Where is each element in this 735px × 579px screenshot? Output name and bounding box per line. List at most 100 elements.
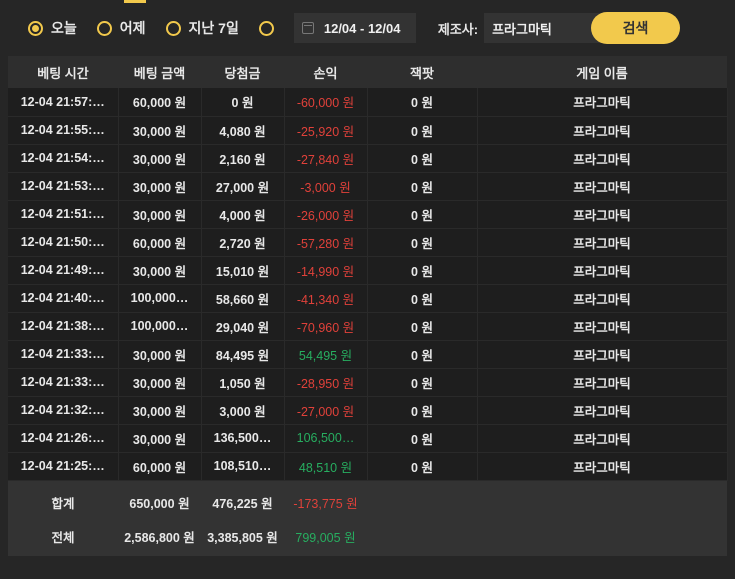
cell-jackpot: 0 원 <box>367 172 478 201</box>
radio-custom-range[interactable] <box>258 20 282 36</box>
cell-winnings: 58,660 원 <box>201 284 285 313</box>
radio-yesterday[interactable]: 어제 <box>96 18 146 38</box>
subtotal-empty <box>477 480 727 516</box>
cell-winnings: 1,050 원 <box>201 368 285 397</box>
cell-bet-amount: 30,000 원 <box>118 172 202 201</box>
cell-game-name: 프라그마틱 <box>477 116 728 145</box>
cell-profit-loss: -3,000 원 <box>284 172 368 201</box>
cell-winnings: 29,040 원 <box>201 312 285 341</box>
radio-last7[interactable]: 지난 7일 <box>165 18 239 38</box>
cell-game-name: 프라그마틱 <box>477 200 728 229</box>
cell-game-name: 프라그마틱 <box>477 424 728 453</box>
cell-profit-loss: -70,960 원 <box>284 312 368 341</box>
total-row: 전체 2,586,800 원 3,385,805 원 799,005 원 <box>8 516 727 556</box>
table-row: 12-04 21:33:… 30,000 원 84,495 원 54,495 원0 원… <box>8 340 728 369</box>
cell-bet-amount: 100,000… <box>118 312 202 341</box>
subtotal-row: 합계 650,000 원 476,225 원 -173,775 원 <box>8 480 727 516</box>
cell-profit-loss: -41,340 원 <box>284 284 368 313</box>
cell-winnings: 27,000 원 <box>201 172 285 201</box>
cell-jackpot: 0 원 <box>367 424 478 453</box>
cell-winnings: 3,000 원 <box>201 396 285 425</box>
cell-jackpot: 0 원 <box>367 312 478 341</box>
cell-game-name: 프라그마틱 <box>477 284 728 313</box>
cell-profit-loss: -14,990 원 <box>284 256 368 285</box>
radio-today-label: 오늘 <box>51 20 77 36</box>
cell-bet-amount: 100,000… <box>118 284 202 313</box>
radio-yesterday-label: 어제 <box>119 20 146 36</box>
total-empty <box>477 516 727 556</box>
total-bet: 2,586,800 원 <box>118 516 201 556</box>
cell-bet-amount: 30,000 원 <box>118 424 202 453</box>
cell-jackpot: 0 원 <box>367 368 478 397</box>
subtotal-profit-loss: -173,775 원 <box>284 480 367 516</box>
cell-bet-time: 12-04 21:26:… <box>8 424 119 453</box>
cell-profit-loss: -57,280 원 <box>284 228 368 257</box>
table-row: 12-04 21:25:… 60,000 원 108,510… 48,510 원0 원… <box>8 452 728 481</box>
cell-bet-time: 12-04 21:33:… <box>8 368 119 397</box>
table-row: 12-04 21:54:… 30,000 원 2,160 원 -27,840 원0 원… <box>8 144 728 173</box>
table-row: 12-04 21:53:… 30,000 원 27,000 원 -3,000 원0 원… <box>8 172 728 201</box>
cell-winnings: 15,010 원 <box>201 256 285 285</box>
table-row: 12-04 21:50:… 60,000 원 2,720 원 -57,280 원0 원… <box>8 228 728 257</box>
col-header-winnings: 당첨금 <box>201 56 284 88</box>
table-row: 12-04 21:38:… 100,000… 29,040 원 -70,960 원0 … <box>8 312 728 341</box>
cell-bet-amount: 30,000 원 <box>118 340 202 369</box>
calendar-icon <box>301 22 314 34</box>
maker-input[interactable] <box>484 13 607 43</box>
cell-bet-time: 12-04 21:50:… <box>8 228 119 257</box>
total-label: 전체 <box>8 516 118 556</box>
cell-bet-amount: 30,000 원 <box>118 116 202 145</box>
cell-game-name: 프라그마틱 <box>477 228 728 257</box>
cell-profit-loss: -60,000 원 <box>284 88 368 117</box>
table-row: 12-04 21:49:… 30,000 원 15,010 원 -14,990 원0 … <box>8 256 728 285</box>
radio-unselected-icon <box>165 20 181 36</box>
subtotal-win: 476,225 원 <box>201 480 284 516</box>
cell-bet-time: 12-04 21:57:… <box>8 88 119 117</box>
cell-profit-loss: -27,840 원 <box>284 144 368 173</box>
cell-winnings: 4,000 원 <box>201 200 285 229</box>
cell-bet-time: 12-04 21:54:… <box>8 144 119 173</box>
cell-game-name: 프라그마틱 <box>477 368 728 397</box>
cell-winnings: 84,495 원 <box>201 340 285 369</box>
cell-bet-time: 12-04 21:25:… <box>8 452 119 481</box>
cell-game-name: 프라그마틱 <box>477 452 728 481</box>
cell-game-name: 프라그마틱 <box>477 312 728 341</box>
cell-game-name: 프라그마틱 <box>477 340 728 369</box>
cell-bet-amount: 30,000 원 <box>118 256 202 285</box>
cell-bet-time: 12-04 21:40:… <box>8 284 119 313</box>
maker-label: 제조사: <box>437 21 479 37</box>
radio-selected-icon <box>28 20 43 36</box>
cell-winnings: 108,510… <box>201 452 285 481</box>
table-row: 12-04 21:40:… 100,000… 58,660 원 -41,340 원0 … <box>8 284 728 313</box>
cell-jackpot: 0 원 <box>367 144 478 173</box>
radio-today[interactable]: 오늘 <box>28 18 77 38</box>
cell-jackpot: 0 원 <box>367 396 478 425</box>
radio-unselected-icon <box>96 20 112 36</box>
cell-bet-time: 12-04 21:32:… <box>8 396 119 425</box>
subtotal-label: 합계 <box>8 480 118 516</box>
cell-game-name: 프라그마틱 <box>477 88 728 117</box>
table-row: 12-04 21:55:… 30,000 원 4,080 원 -25,920 원0 원… <box>8 116 728 145</box>
total-win: 3,385,805 원 <box>201 516 284 556</box>
col-header-bet-time: 베팅 시간 <box>8 56 118 88</box>
cell-bet-time: 12-04 21:55:… <box>8 116 119 145</box>
cell-bet-amount: 30,000 원 <box>118 368 202 397</box>
cell-game-name: 프라그마틱 <box>477 396 728 425</box>
subtotal-empty <box>367 480 477 516</box>
search-button[interactable]: 검색 <box>591 12 680 44</box>
cell-bet-amount: 60,000 원 <box>118 452 202 481</box>
date-range-picker[interactable]: 12/04 - 12/04 <box>293 13 416 43</box>
cell-bet-amount: 60,000 원 <box>118 228 202 257</box>
cell-winnings: 0 원 <box>201 88 285 117</box>
cell-jackpot: 0 원 <box>367 256 478 285</box>
cell-profit-loss: 54,495 원 <box>284 340 368 369</box>
cell-jackpot: 0 원 <box>367 340 478 369</box>
table-row: 12-04 21:33:… 30,000 원 1,050 원 -28,950 원0 원… <box>8 368 728 397</box>
cell-bet-amount: 30,000 원 <box>118 144 202 173</box>
cell-jackpot: 0 원 <box>367 116 478 145</box>
col-header-jackpot: 잭팟 <box>367 56 477 88</box>
cell-bet-time: 12-04 21:53:… <box>8 172 119 201</box>
cell-bet-amount: 30,000 원 <box>118 396 202 425</box>
cell-jackpot: 0 원 <box>367 200 478 229</box>
cell-winnings: 2,160 원 <box>201 144 285 173</box>
